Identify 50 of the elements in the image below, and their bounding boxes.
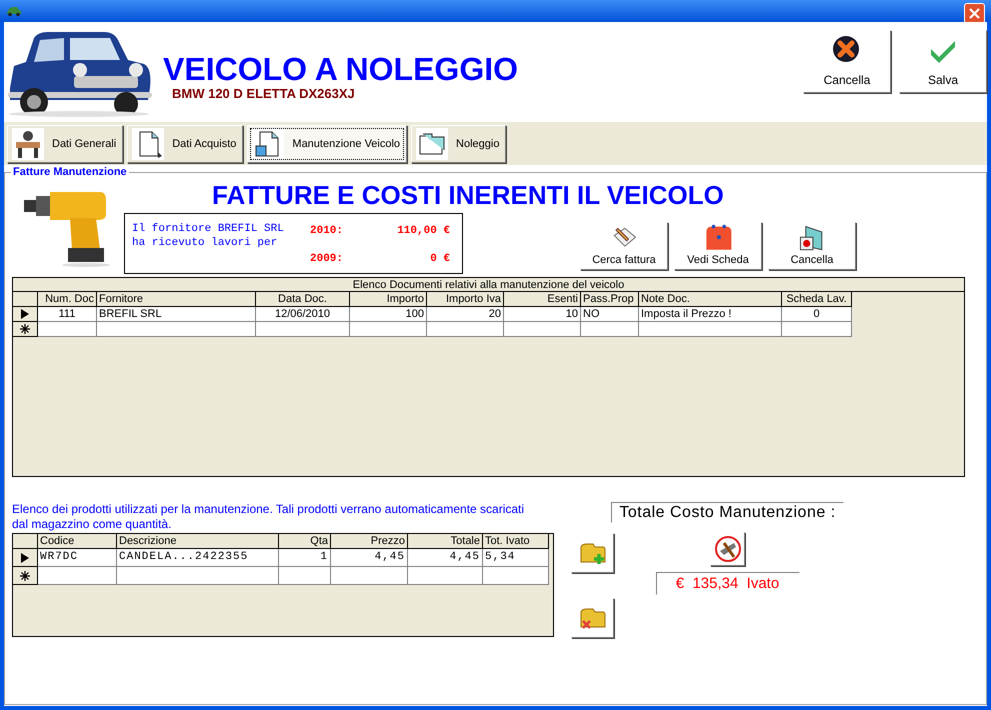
year-label: 2009: — [310, 252, 344, 266]
instructions-text: Elenco dei prodotti utilizzati per la manutenzione. Tali prodotti verrano automaticamente scaricati dal magazzino come quantità. — [12, 502, 526, 533]
page-title: VEICOLO A NOLEGGIO — [163, 52, 518, 86]
table-cell: Imposta il Prezzo ! — [639, 307, 782, 322]
table-cell: 4,45 — [408, 549, 483, 567]
table-cell: 1 — [279, 549, 331, 567]
hammer-wrench-icon — [714, 535, 742, 563]
cancel-icon — [832, 35, 862, 65]
row-selector[interactable] — [13, 322, 38, 337]
row-selector[interactable] — [13, 549, 38, 567]
tab[interactable]: Noleggio — [411, 125, 506, 163]
info-text: Il fornitore BREFIL SRL — [132, 222, 285, 236]
table-cell: 5,34 — [483, 549, 549, 567]
car-icon — [6, 5, 22, 17]
close-icon — [969, 8, 980, 18]
total-value: € 135,34 Ivato — [656, 572, 800, 595]
table-cell: 12/06/2010 — [256, 307, 350, 322]
save-button[interactable]: Salva — [899, 30, 987, 93]
tab[interactable]: Manutenzione Veicolo — [247, 125, 408, 163]
table-cell: 4,45 — [331, 549, 408, 567]
cancel-button[interactable]: Cancella — [803, 30, 891, 93]
table-cell: 20 — [427, 307, 504, 322]
search-invoice-button[interactable]: Cerca fattura — [580, 222, 668, 270]
row-pointer-icon — [21, 552, 29, 562]
new-row-icon — [20, 570, 30, 580]
table-cell: BREFIL SRL — [97, 307, 256, 322]
table-cell: WR7DC — [38, 549, 117, 567]
grid-caption: Elenco Documenti relativi alla manutenzione del veicolo — [13, 278, 964, 292]
tab[interactable]: Dati Acquisto — [127, 125, 244, 163]
tab[interactable]: Dati Generali — [7, 125, 124, 163]
year-amount: 110,00 € — [397, 224, 450, 238]
delete-button[interactable]: Cancella — [768, 222, 856, 270]
info-text: ha ricevuto lavori per — [132, 236, 278, 250]
view-sheet-button[interactable]: Vedi Scheda — [674, 222, 762, 270]
table-cell: 111 — [38, 307, 97, 322]
table-cell: 0 — [782, 307, 852, 322]
table-cell: CANDELA...2422355 — [117, 549, 279, 567]
vehicle-subtitle: BMW 120 D ELETTA DX263XJ — [172, 86, 356, 101]
year-amount: 0 € — [430, 252, 450, 266]
new-row-icon — [20, 324, 30, 334]
close-button[interactable] — [964, 2, 985, 24]
row-pointer-icon — [21, 309, 29, 319]
table-cell: NO — [581, 307, 639, 322]
total-label: Totale Costo Manutenzione : — [611, 502, 844, 523]
row-selector[interactable] — [13, 567, 38, 585]
table-cell: 10 — [504, 307, 581, 322]
year-label: 2010: — [310, 224, 344, 238]
table-cell: 100 — [350, 307, 427, 322]
row-selector[interactable] — [13, 307, 38, 322]
section-heading: FATTURE E COSTI INERENTI IL VEICOLO — [212, 181, 725, 209]
